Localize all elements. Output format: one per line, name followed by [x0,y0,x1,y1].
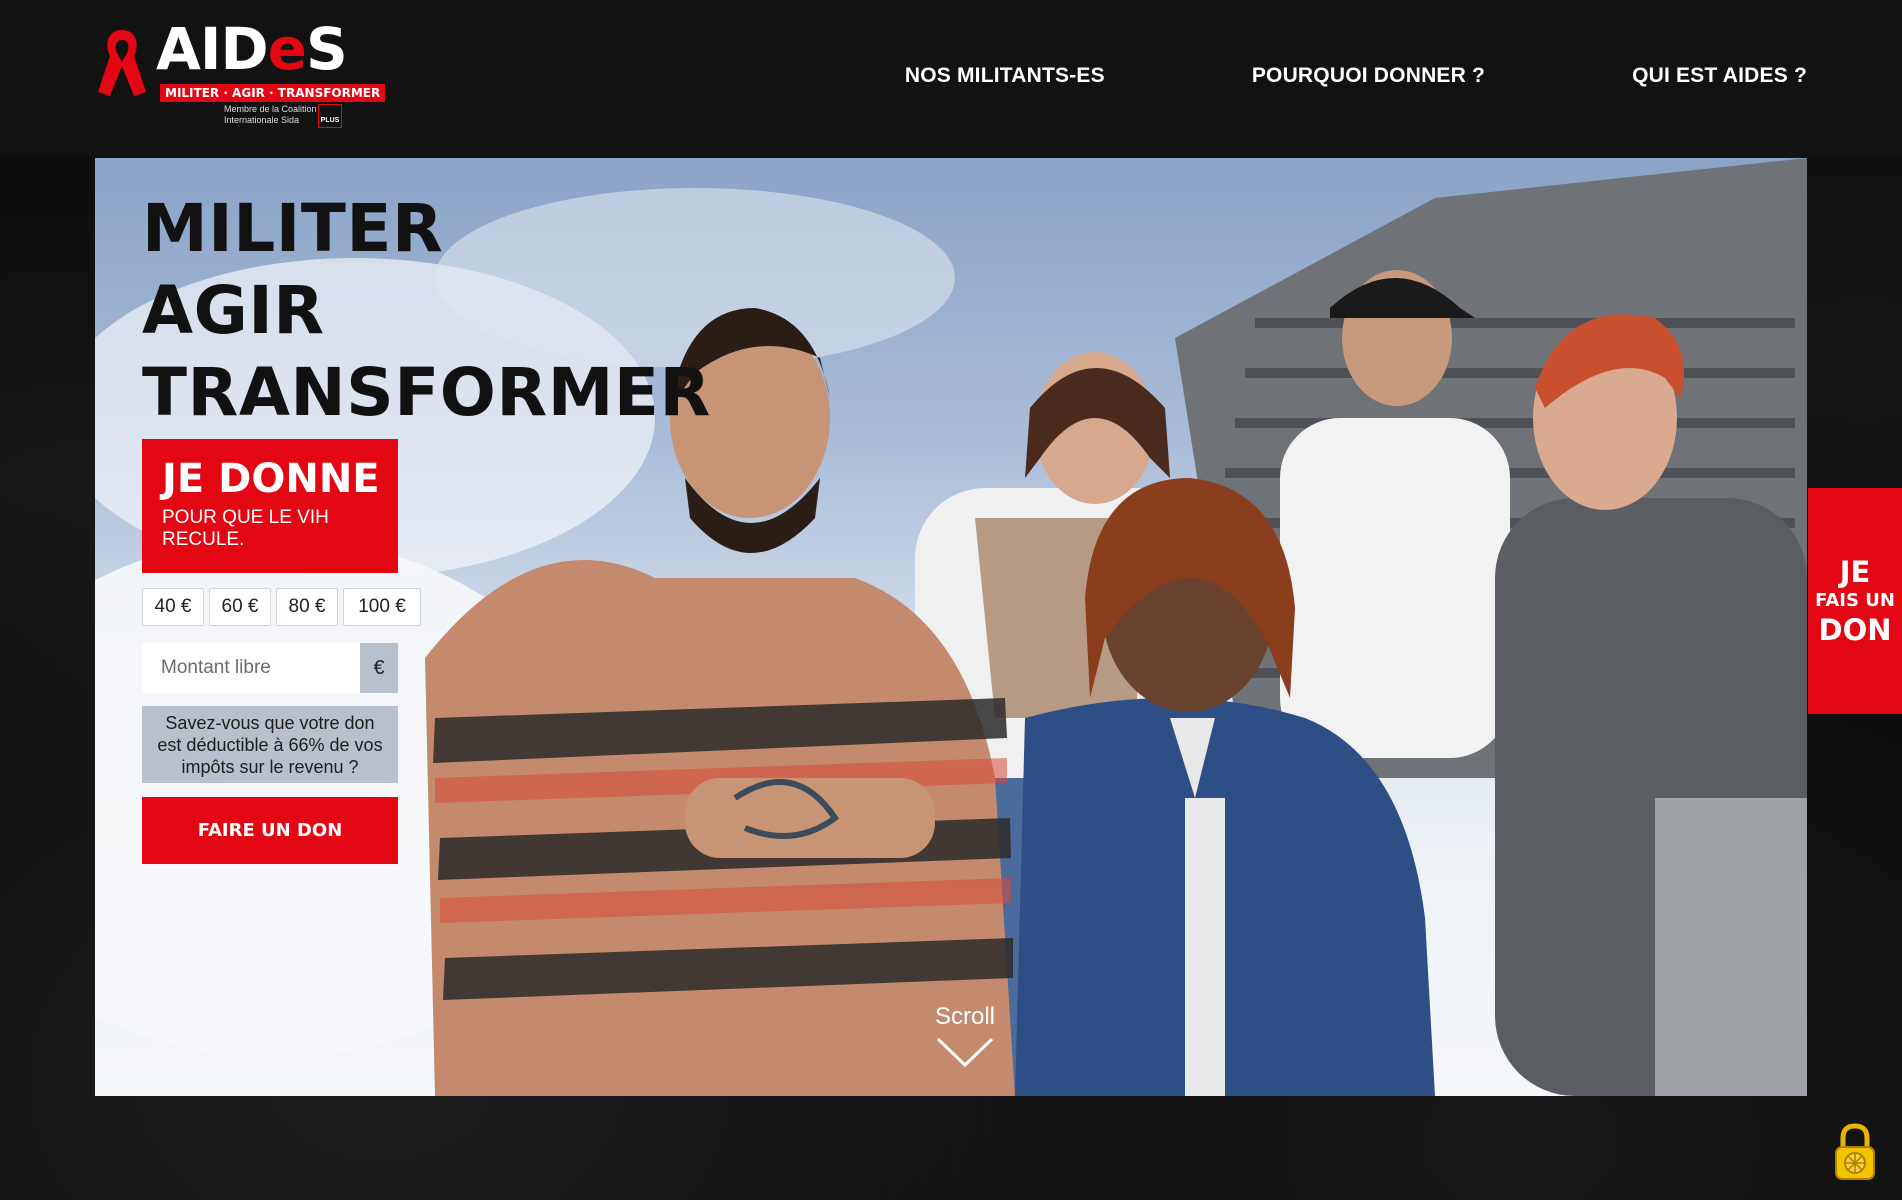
hero-banner: MILITER AGIR TRANSFORMER JE DONNE POUR Q… [95,158,1807,1096]
amount-options: 40 € 60 € 80 € 100 € [142,588,421,626]
currency-suffix: € [360,643,398,693]
red-ribbon-icon [98,30,146,96]
scroll-indicator[interactable]: Scroll [925,1003,1005,1069]
free-amount-input[interactable] [142,643,360,693]
hero-title-line-2: AGIR [142,272,325,349]
side-tab-line-3: DON [1818,613,1892,647]
amount-button-80[interactable]: 80 € [276,588,338,626]
scroll-label: Scroll [934,1003,995,1030]
nav-item-pourquoi-donner[interactable]: POURQUOI DONNER ? [1252,64,1485,88]
logo-coalition-text: Membre de la Coalition Internationale Si… [224,104,317,125]
coalition-plus-badge: PLUS [318,104,342,128]
site-header: AIDeS MILITER · AGIR · TRANSFORMER Membr… [0,0,1902,157]
logo-wordmark: AIDeS [156,15,348,83]
side-tab-line-2: FAIS UN [1815,590,1895,611]
logo-tagline: MILITER · AGIR · TRANSFORMER [160,84,386,102]
donate-card: JE DONNE POUR QUE LE VIH RECULE. [142,439,398,573]
hero-title: MILITER AGIR TRANSFORMER [142,188,711,434]
side-tab-line-1: JE [1839,555,1871,589]
donate-subtitle: POUR QUE LE VIH RECULE. [162,507,329,550]
hero-title-line-3: TRANSFORMER [142,354,711,431]
padlock-icon [1835,1123,1875,1180]
make-donation-button[interactable]: FAIRE UN DON [142,797,398,864]
amount-button-100[interactable]: 100 € [343,588,421,626]
amount-button-40[interactable]: 40 € [142,588,204,626]
hero-title-line-1: MILITER [142,190,444,267]
free-amount-group: € [142,643,398,693]
aides-logo[interactable]: AIDeS MILITER · AGIR · TRANSFORMER Membr… [94,20,386,132]
side-donate-tab[interactable]: JE FAIS UN DON [1808,488,1902,714]
privacy-settings-button[interactable] [1832,1122,1878,1182]
nav-item-qui-est-aides[interactable]: QUI EST AIDES ? [1632,64,1807,88]
chevron-down-icon [936,1037,994,1068]
amount-button-60[interactable]: 60 € [209,588,271,626]
donate-title: JE DONNE [162,456,380,502]
main-nav: NOS MILITANTS-ES POURQUOI DONNER ? QUI E… [905,64,1807,88]
nav-item-militants[interactable]: NOS MILITANTS-ES [905,64,1105,88]
tax-deduction-info: Savez-vous que votre don est déductible … [142,706,398,783]
